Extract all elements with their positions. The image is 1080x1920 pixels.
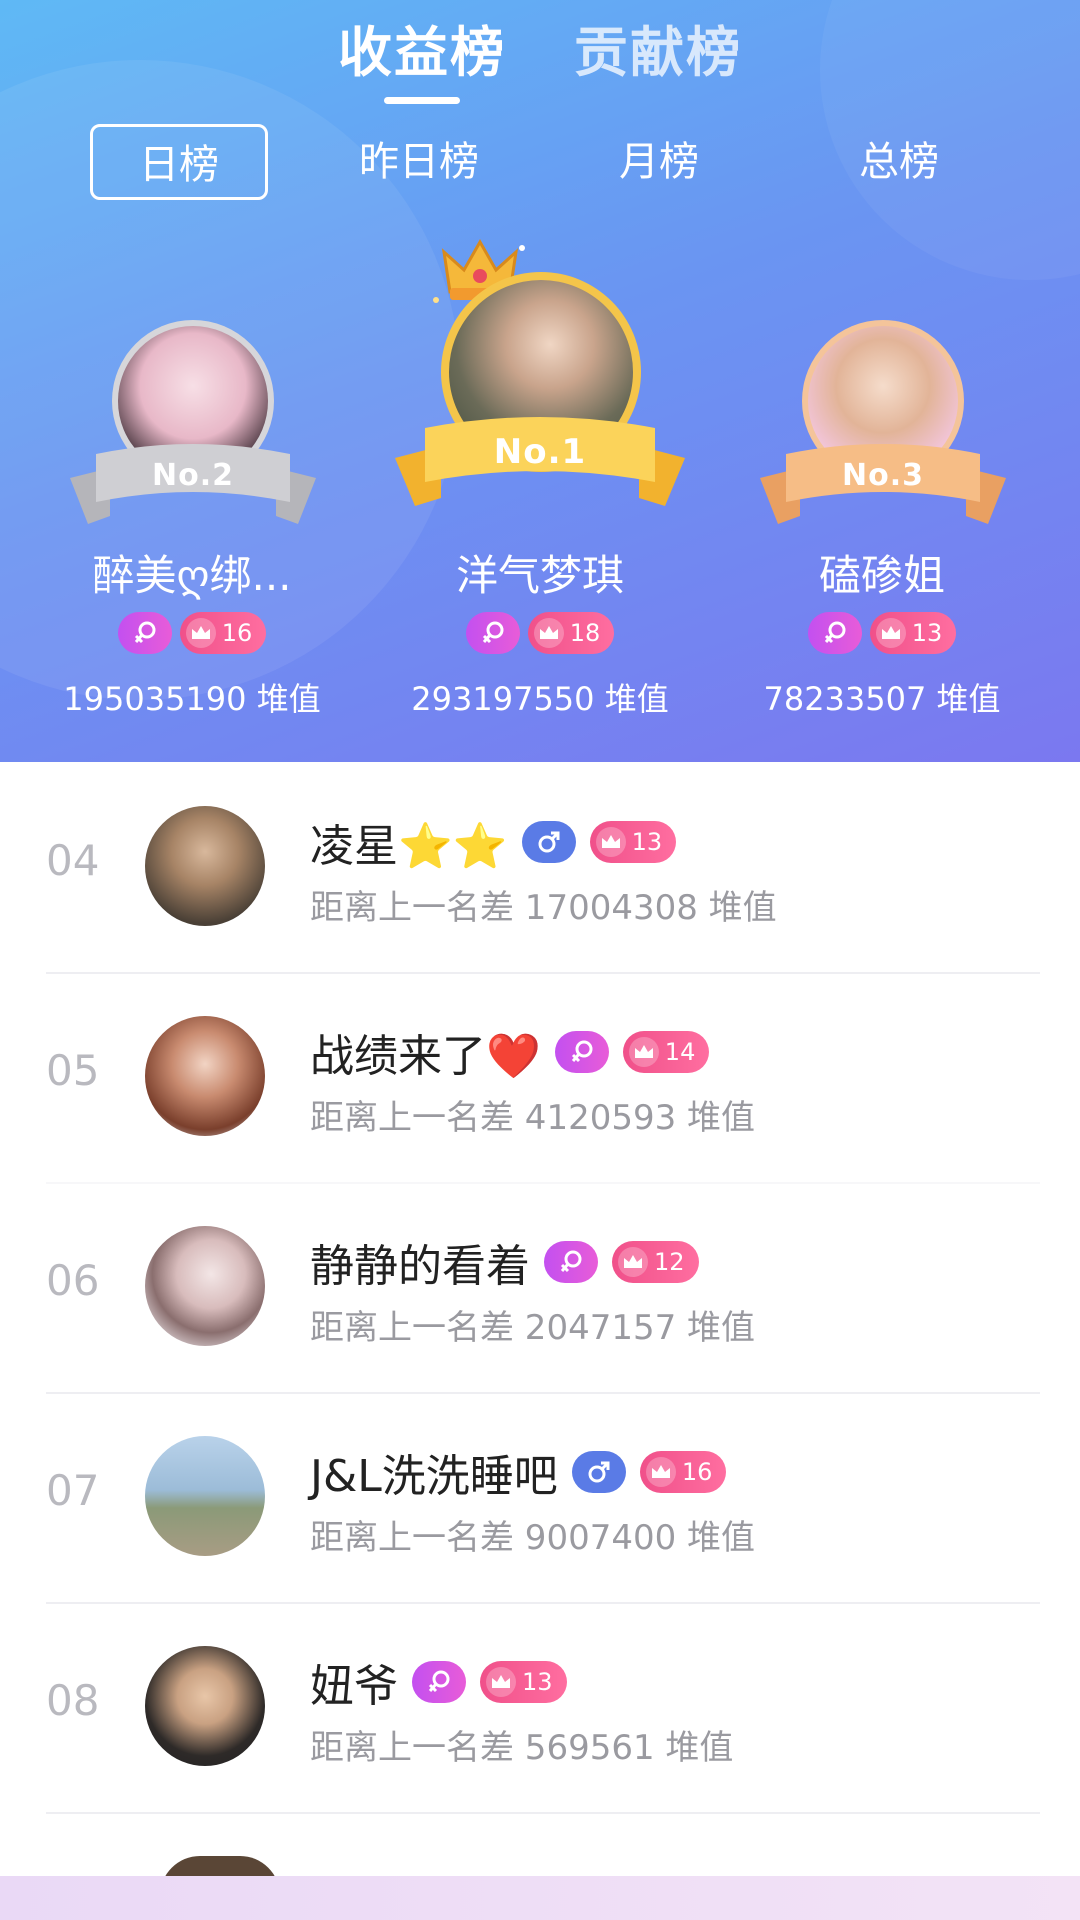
list-item[interactable]: 04 凌星⭐⭐ 13 距离上一名差 17004308 堆值 [0,762,1080,972]
tab-daily[interactable]: 日榜 [90,124,268,200]
rank-number: 07 [46,1466,100,1515]
name-line: 战绩来了❤️ 14 [310,1020,710,1084]
male-symbol-icon [521,821,576,863]
female-symbol-icon [554,1031,609,1073]
crown-level-icon [628,1037,659,1067]
level-badge: 13 [480,1661,567,1703]
avatar[interactable] [145,1436,265,1556]
crown-level-icon [486,1667,516,1697]
male-symbol-icon [571,1451,626,1493]
level-value: 18 [569,619,601,647]
avatar[interactable] [145,1226,265,1346]
gap-to-previous: 距离上一名差 569561 堆值 [310,1728,734,1768]
divider [46,1812,1040,1814]
rank-label: No.1 [493,432,587,472]
name-line: 妞爷 13 [310,1650,567,1714]
avatar[interactable] [145,806,265,926]
bronze-ribbon-icon: No.3 [760,438,1006,528]
score-value: 195035190 堆值 [63,680,321,718]
level-value: 13 [911,619,943,647]
tab-label: 贡献榜 [574,21,742,84]
level-badge: 16 [179,612,267,654]
badge-row: 16 [62,612,322,654]
crown-level-icon [185,618,216,648]
level-value: 12 [654,1248,685,1276]
leaderboard-header: 收益榜 贡献榜 日榜 昨日榜 月榜 总榜 No.2 醉美ღ绑... 16 195… [0,0,1080,762]
level-badge: 13 [869,612,957,654]
level-badge: 14 [622,1031,710,1073]
name-line: 静静的看着 12 [310,1230,699,1294]
tab-label: 收益榜 [338,21,506,84]
tab-monthly[interactable]: 月榜 [570,124,748,200]
user-name: 醉美ღ绑... [92,551,292,600]
gap-to-previous: 距离上一名差 4120593 堆值 [310,1098,756,1138]
gap-to-previous: 距离上一名差 17004308 堆值 [310,888,777,928]
user-name: 洋气梦琪 [455,551,624,600]
list-item[interactable]: 06 静静的看着 12 距离上一名差 2047157 堆值 [0,1182,1080,1392]
level-value: 16 [681,1458,713,1486]
user-name: 妞爷 [310,1661,398,1712]
level-value: 13 [631,828,663,856]
badge-row: 13 [752,612,1012,654]
name-line: J&L洗洗睡吧 16 [310,1440,727,1504]
rank-number: 04 [46,836,100,885]
period-tab-bar: 日榜 昨日榜 月榜 总榜 [0,124,1080,200]
crown-level-icon [875,618,906,648]
level-badge: 12 [612,1241,699,1283]
user-name: 磕碜姐 [818,551,945,600]
female-symbol-icon [807,612,862,654]
female-symbol-icon [465,612,520,654]
crown-level-icon [595,827,626,857]
level-value: 13 [522,1668,553,1696]
rank-label: No.3 [842,458,924,493]
avatar[interactable] [145,1016,265,1136]
rank-number: 06 [46,1256,100,1305]
user-name: 静静的看着 [310,1241,530,1292]
rank-number: 05 [46,1046,100,1095]
bottom-bar [0,1876,1080,1920]
list-item[interactable]: 08 妞爷 13 距离上一名差 569561 堆值 [0,1602,1080,1812]
tab-contribution-ranking[interactable]: 贡献榜 [574,8,742,88]
female-symbol-icon [544,1241,598,1283]
tab-yesterday[interactable]: 昨日榜 [330,124,508,200]
level-badge: 13 [589,821,677,863]
rank-number: 08 [46,1676,100,1725]
active-tab-indicator [384,97,460,104]
crown-level-icon [645,1457,676,1487]
list-item[interactable]: 05 战绩来了❤️ 14 距离上一名差 4120593 堆值 [0,972,1080,1182]
level-value: 16 [221,619,253,647]
user-name: 战绩来了❤️ [310,1031,541,1082]
tab-earnings-ranking[interactable]: 收益榜 [338,8,506,104]
gap-to-previous: 距离上一名差 2047157 堆值 [310,1308,756,1348]
level-badge: 16 [639,1451,727,1493]
silver-ribbon-icon: No.2 [70,438,316,528]
user-name: J&L洗洗睡吧 [310,1451,558,1502]
main-tab-bar: 收益榜 贡献榜 [0,8,1080,104]
crown-level-icon [533,618,564,648]
tab-total[interactable]: 总榜 [810,124,988,200]
level-value: 14 [664,1038,696,1066]
gap-to-previous: 距离上一名差 9007400 堆值 [310,1518,756,1558]
name-line: 凌星⭐⭐ 13 [310,810,677,874]
female-symbol-icon [117,612,172,654]
gold-ribbon-icon: No.1 [395,410,685,510]
score-value: 293197550 堆值 [411,680,669,718]
crown-level-icon [618,1247,648,1277]
score-value: 78233507 堆值 [763,680,1001,718]
list-item[interactable]: 07 J&L洗洗睡吧 16 距离上一名差 9007400 堆值 [0,1392,1080,1602]
level-badge: 18 [527,612,615,654]
avatar[interactable] [145,1646,265,1766]
female-symbol-icon [412,1661,466,1703]
user-name: 凌星⭐⭐ [310,821,508,872]
rank-label: No.2 [152,458,234,493]
badge-row: 18 [410,612,670,654]
